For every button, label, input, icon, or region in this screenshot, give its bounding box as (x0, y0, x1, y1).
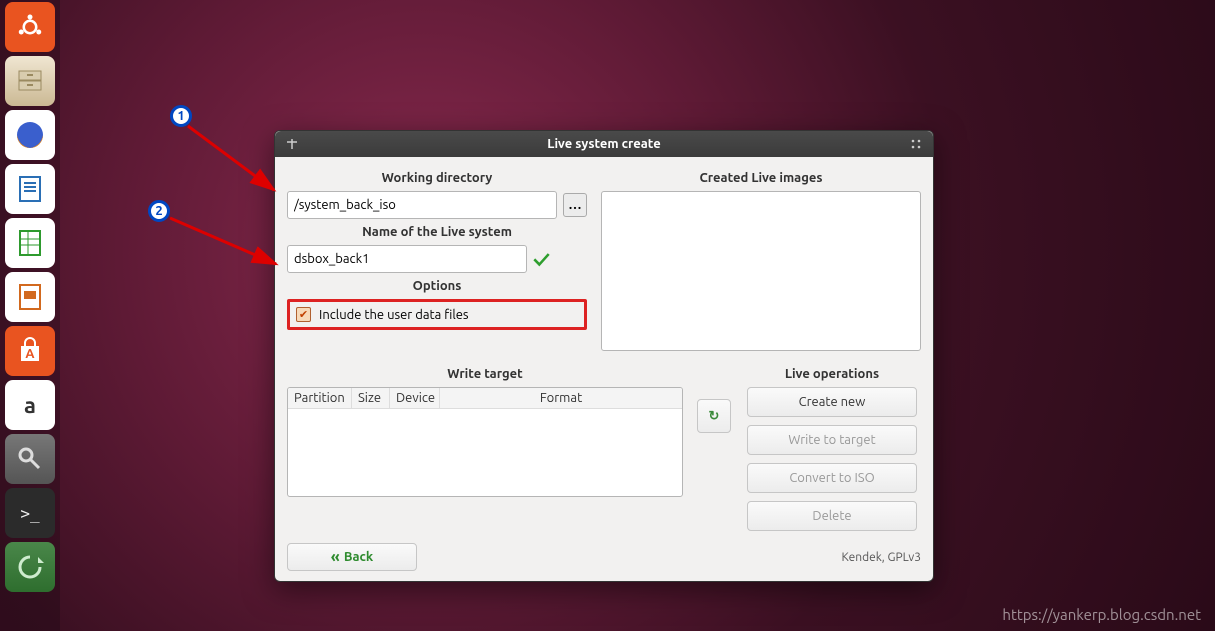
live-operations-label: Live operations (743, 367, 921, 381)
window-titlebar[interactable]: Live system create (275, 131, 933, 157)
launcher-calc-icon[interactable] (5, 218, 55, 268)
launcher-writer-icon[interactable] (5, 164, 55, 214)
launcher-dash-icon[interactable] (5, 2, 55, 52)
presentation-icon (14, 281, 46, 313)
firefox-icon (13, 118, 47, 152)
launcher-terminal-icon[interactable]: >_ (5, 488, 55, 538)
credit-text: Kendek, GPLv3 (841, 551, 921, 564)
document-icon (14, 173, 46, 205)
annotation-arrow-2 (152, 200, 282, 280)
live-name-label: Name of the Live system (287, 225, 587, 239)
create-new-button[interactable]: Create new (747, 387, 917, 417)
refresh-icon: ↻ (709, 409, 720, 424)
col-partition: Partition (288, 388, 352, 408)
ellipsis-icon: … (569, 198, 582, 212)
live-name-input[interactable] (287, 245, 527, 273)
launcher-recycle-icon[interactable] (5, 542, 55, 592)
working-directory-label: Working directory (287, 171, 587, 185)
back-button[interactable]: « Back (287, 543, 417, 571)
convert-to-iso-button[interactable]: Convert to ISO (747, 463, 917, 493)
refresh-button[interactable]: ↻ (697, 399, 731, 433)
include-user-data-checkbox[interactable]: ✔ Include the user data files (296, 307, 578, 322)
write-target-table[interactable]: Partition Size Device Format (287, 387, 683, 497)
amazon-a-icon: a (24, 393, 36, 418)
working-directory-input[interactable] (287, 191, 557, 219)
live-system-create-window: Live system create Working directory … N… (274, 130, 934, 582)
ubuntu-logo-icon (15, 12, 45, 42)
valid-check-icon: ✓ (533, 246, 550, 273)
launcher-software-icon[interactable]: A (5, 326, 55, 376)
unity-launcher: A a >_ (0, 0, 60, 631)
window-title: Live system create (547, 137, 660, 151)
annotation-arrow-1 (174, 112, 284, 202)
launcher-amazon-icon[interactable]: a (5, 380, 55, 430)
table-header-row: Partition Size Device Format (288, 388, 682, 409)
col-device: Device (390, 388, 440, 408)
delete-button[interactable]: Delete (747, 501, 917, 531)
launcher-files-icon[interactable] (5, 56, 55, 106)
titlebar-right-icon[interactable] (903, 131, 929, 157)
col-format: Format (440, 388, 682, 408)
back-chevron-icon: « (331, 548, 340, 566)
back-label: Back (344, 550, 373, 564)
launcher-settings-icon[interactable] (5, 434, 55, 484)
shopping-bag-icon: A (15, 336, 45, 366)
created-images-list[interactable] (601, 191, 921, 351)
browse-directory-button[interactable]: … (563, 193, 587, 217)
col-size: Size (352, 388, 390, 408)
recycle-arrows-icon (16, 553, 44, 581)
checkbox-checked-icon: ✔ (296, 307, 311, 322)
launcher-firefox-icon[interactable] (5, 110, 55, 160)
created-images-label: Created Live images (601, 171, 921, 185)
file-cabinet-icon (15, 66, 45, 96)
terminal-prompt-icon: >_ (20, 504, 39, 523)
grip-icon (910, 138, 922, 150)
options-highlight-box: ✔ Include the user data files (287, 299, 587, 330)
write-to-target-button[interactable]: Write to target (747, 425, 917, 455)
gear-wrench-icon (15, 444, 45, 474)
spreadsheet-icon (14, 227, 46, 259)
write-target-label: Write target (287, 367, 683, 381)
watermark-text: https://yankerp.blog.csdn.net (1002, 606, 1201, 623)
options-label: Options (287, 279, 587, 293)
include-user-data-label: Include the user data files (319, 308, 469, 322)
pin-icon (286, 138, 298, 150)
launcher-impress-icon[interactable] (5, 272, 55, 322)
svg-text:A: A (25, 347, 35, 361)
